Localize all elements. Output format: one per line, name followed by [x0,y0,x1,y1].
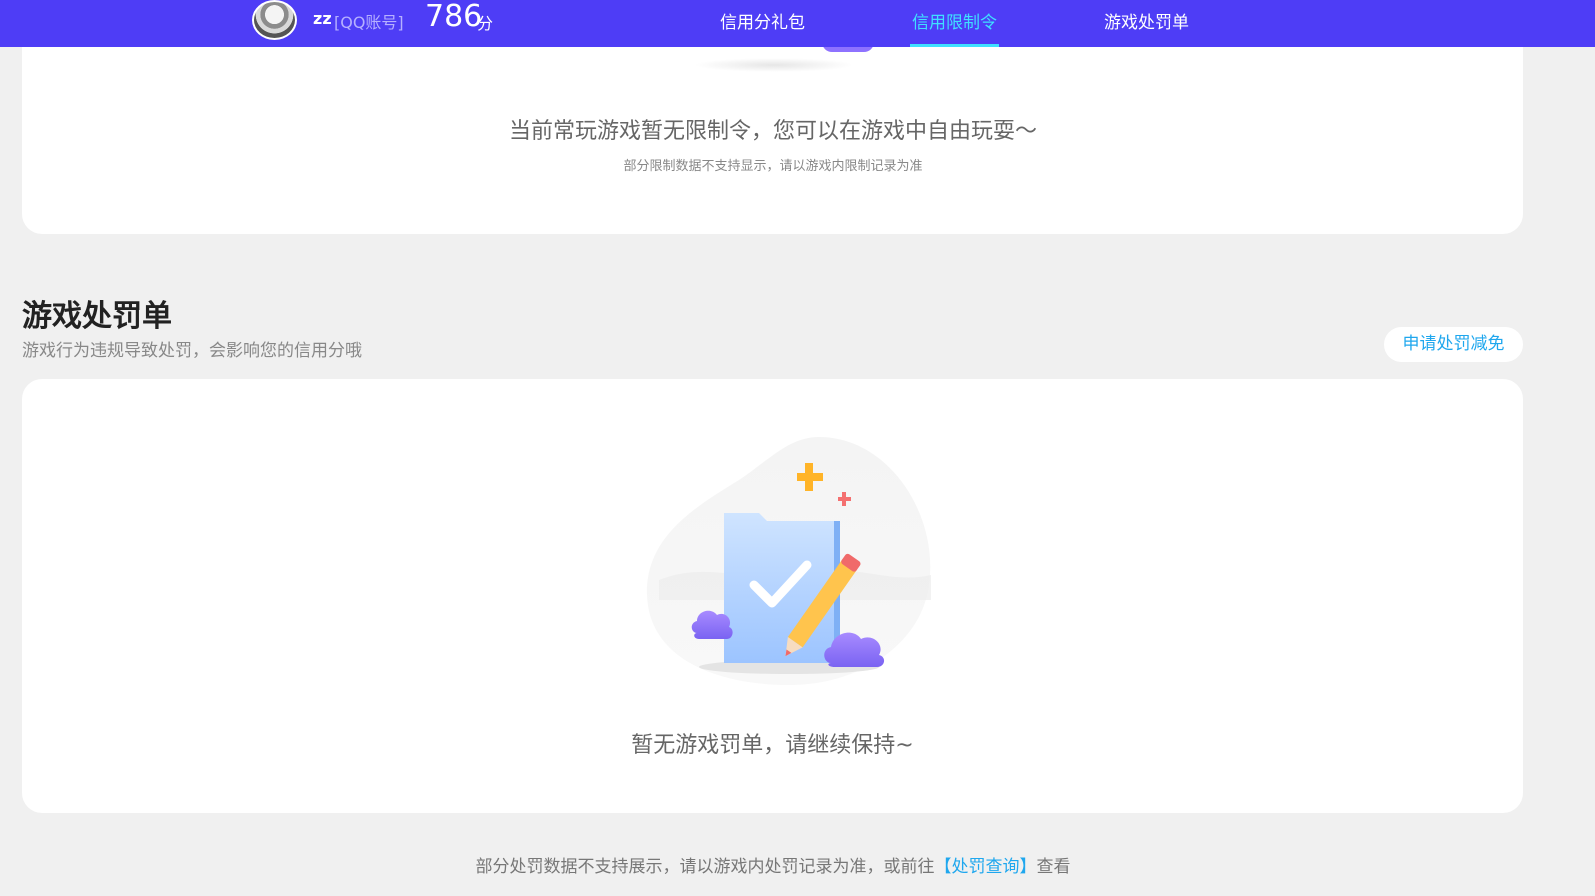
penalty-data-note: 部分处罚数据不支持展示，请以游戏内处罚记录为准，或前往【处罚查询】查看 [0,852,1546,877]
account-type: [QQ账号] [334,13,404,32]
page: zz [QQ账号] 786 分 信用分礼包 信用限制令 游戏处罚单 当前常玩游戏… [0,0,1595,896]
illustration-shadow [694,58,854,72]
avatar[interactable] [252,0,297,40]
no-restriction-message: 当前常玩游戏暂无限制令，您可以在游戏中自由玩耍～ [508,119,1037,144]
credit-score-unit: 分 [477,14,494,33]
tab-credit-restriction[interactable]: 信用限制令 [912,8,997,33]
section-description: 游戏行为违规导致处罚，会影响您的信用分哦 [22,341,362,361]
restriction-data-note: 部分限制数据不支持显示，请以游戏内限制记录为准 [623,159,923,174]
footer-note-prefix: 部分处罚数据不支持展示，请以游戏内处罚记录为准，或前往 [475,857,935,877]
tab-game-penalty[interactable]: 游戏处罚单 [1104,8,1189,33]
empty-clipboard-illustration [646,437,931,685]
credit-score: 786 [425,0,483,34]
user-name: zz [313,9,332,28]
section-title: 游戏处罚单 [22,299,172,334]
empty-penalty-message: 暂无游戏罚单，请继续保持~ [631,733,914,758]
apply-penalty-reduction-button[interactable]: 申请处罚减免 [1384,327,1523,362]
penalty-query-link[interactable]: 【处罚查询】 [935,857,1037,877]
active-tab-indicator [910,44,999,47]
top-header: zz [QQ账号] 786 分 信用分礼包 信用限制令 游戏处罚单 [0,0,1595,47]
tab-credit-gift[interactable]: 信用分礼包 [720,8,805,33]
penalty-card: 暂无游戏罚单，请继续保持~ [22,379,1523,813]
footer-note-suffix: 查看 [1036,857,1071,877]
